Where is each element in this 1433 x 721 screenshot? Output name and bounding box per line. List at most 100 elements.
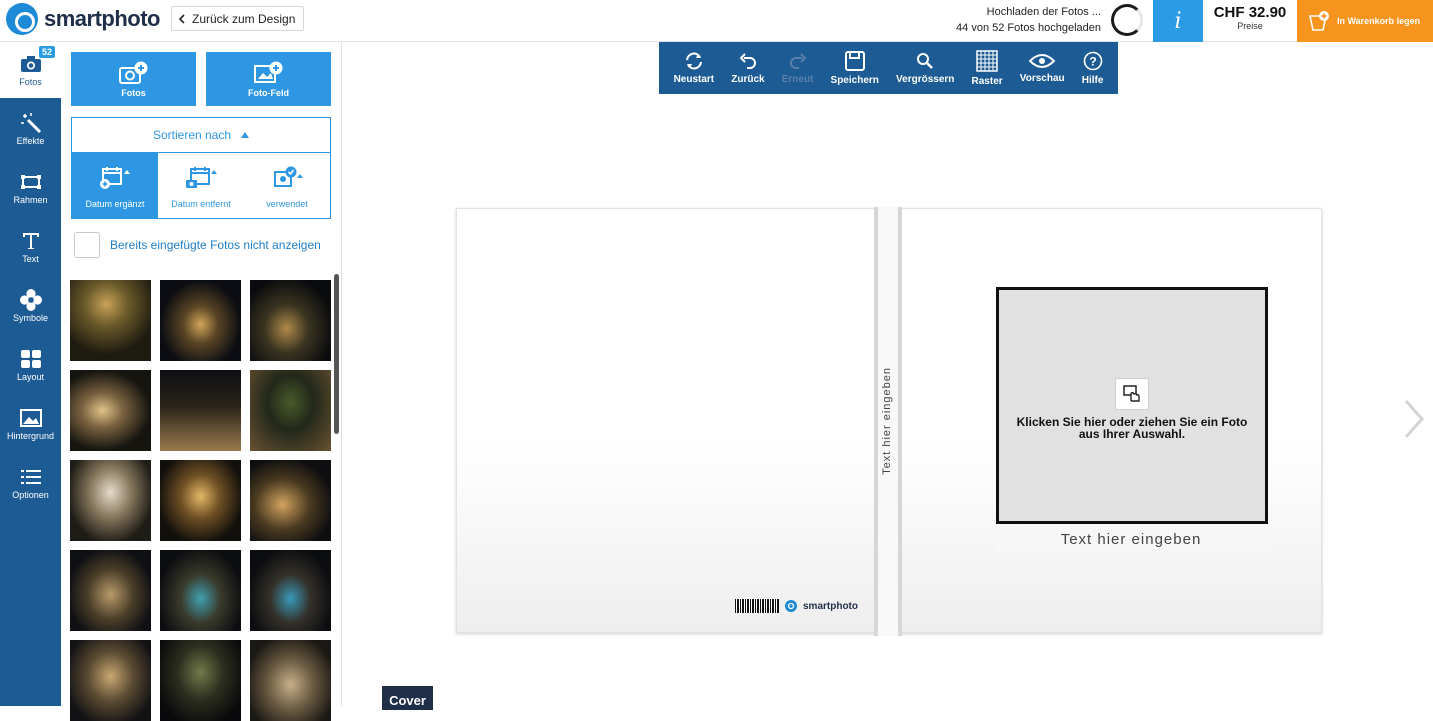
preview-label: Vorschau [1019,72,1065,84]
calendar-add-icon [100,167,130,189]
sort-used-label: verwendet [266,199,308,209]
eye-icon [1029,53,1056,68]
caret-up-icon [241,132,250,138]
grid-button[interactable]: Raster [972,49,1003,87]
sort-toggle[interactable]: Sortieren nach [72,118,330,153]
redo-icon [789,52,806,69]
undo-label: Zurück [731,73,765,85]
zoom-button[interactable]: Vergrössern [896,52,954,85]
calendar-camera-icon [186,167,217,188]
sidebar-item-optionen[interactable]: Optionen [0,455,61,511]
photo-thumbnail[interactable] [250,460,331,541]
add-to-cart-button[interactable]: In Warenkorb legen [1297,0,1433,42]
photo-count-badge: 52 [38,46,55,58]
undo-button[interactable]: Zurück [731,52,765,85]
sidebar-item-symbole[interactable]: Symbole [0,278,61,334]
photo-thumbnail[interactable] [160,370,241,451]
tool-sidebar: 52 Fotos Effekte Rahmen Text Symbole Lay… [0,42,61,706]
photo-thumbnail[interactable] [250,640,331,721]
sort-date-removed[interactable]: Datum entfernt [158,153,244,218]
back-brand-text: smartphoto [803,600,858,612]
sidebar-item-text[interactable]: Text [0,219,61,275]
sidebar-label-symbole: Symbole [12,312,48,323]
next-page-arrow-icon[interactable] [1402,397,1426,441]
text-icon [20,231,42,251]
zoom-icon [917,52,934,69]
help-label: Hilfe [1081,74,1104,86]
hide-used-photos-checkbox[interactable] [74,232,100,258]
sidebar-item-fotos[interactable]: 52 Fotos [0,42,61,98]
page-tab-cover[interactable]: Cover [382,686,433,710]
add-photos-button[interactable]: Fotos [71,52,196,106]
grid-icon [976,49,998,72]
cover-caption-field[interactable]: Text hier eingeben [996,527,1266,553]
photo-drop-slot[interactable]: Klicken Sie hier oder ziehen Sie ein Fot… [996,287,1268,524]
redo-button[interactable]: Erneut [782,52,813,85]
top-bar: smartphoto Zurück zum Design Hochladen d… [0,0,1433,42]
book-spine[interactable]: Text hier eingeben [874,207,902,636]
logo[interactable]: smartphoto [6,3,161,35]
photo-panel: Fotos Foto-Feld Sortieren nach Datum erg… [61,42,342,721]
photobook-cover[interactable]: smartphoto Text hier eingeben Klicken Si… [456,207,1322,636]
photo-thumbnail[interactable] [70,640,151,721]
magic-wand-icon [20,112,42,133]
sidebar-item-hintergrund[interactable]: Hintergrund [0,396,61,452]
photo-thumbnail[interactable] [250,280,331,361]
photo-check-icon [274,166,303,187]
photo-thumbnail[interactable] [70,370,151,451]
upload-status: Hochladen der Fotos ... 44 von 52 Fotos … [956,4,1101,36]
photo-thumbnail[interactable] [70,280,151,361]
loading-spinner-icon [1111,4,1143,36]
add-photos-label: Fotos [121,87,146,98]
save-button[interactable]: Speichern [831,50,879,86]
back-label: Zurück zum Design [192,11,296,26]
sort-label: Sortieren nach [152,128,232,142]
logo-icon [6,3,38,35]
photo-field-add-icon [253,61,282,83]
photo-thumbnail[interactable] [250,370,331,451]
sidebar-label-effekte: Effekte [16,135,45,146]
hide-used-photos-row[interactable]: Bereits eingefügte Fotos nicht anzeigen [74,232,321,258]
camera-add-icon [118,61,147,84]
photo-thumbnail[interactable] [70,550,151,631]
add-photo-field-label: Foto-Feld [248,87,289,98]
flower-icon [19,288,42,311]
restart-label: Neustart [673,73,715,85]
sidebar-item-effekte[interactable]: Effekte [0,101,61,157]
panel-scrollbar[interactable] [334,274,339,434]
zoom-label: Vergrössern [896,73,955,85]
info-button[interactable]: i [1153,0,1203,42]
sidebar-item-layout[interactable]: Layout [0,337,61,393]
photo-thumbnail[interactable] [160,550,241,631]
sidebar-label-hintergrund: Hintergrund [6,430,55,441]
save-icon [844,50,865,71]
sidebar-item-rahmen[interactable]: Rahmen [0,160,61,216]
restart-button[interactable]: Neustart [673,52,715,85]
photo-thumbnail[interactable] [160,460,241,541]
upload-progress: 44 von 52 Fotos hochgeladen [956,22,1101,34]
barcode-icon [735,599,779,613]
spine-text[interactable]: Text hier eingeben [881,367,893,475]
sort-date-added[interactable]: Datum ergänzt [72,153,158,218]
help-icon: ? [1083,51,1102,70]
help-button[interactable]: ? Hilfe [1081,51,1104,86]
frame-icon [20,172,42,192]
photo-thumbnail[interactable] [250,550,331,631]
sort-date-removed-label: Datum entfernt [171,199,231,209]
sort-panel: Sortieren nach Datum ergänzt Datum entfe… [71,117,331,219]
undo-icon [739,52,756,69]
photo-thumbnail[interactable] [70,460,151,541]
list-icon [20,467,42,487]
photo-thumbnail[interactable] [160,640,241,721]
back-to-design-button[interactable]: Zurück zum Design [171,6,305,31]
cart-add-icon [1309,11,1329,31]
sort-used[interactable]: verwendet [244,153,330,218]
add-photo-field-button[interactable]: Foto-Feld [206,52,331,106]
editor-canvas: Neustart Zurück Erneut Speichern Vergrös… [342,42,1433,710]
preview-button[interactable]: Vorschau [1020,53,1065,84]
sort-date-added-label: Datum ergänzt [85,199,145,209]
refresh-icon [685,52,702,69]
price-box[interactable]: CHF 32.90 Preise [1203,0,1297,42]
photo-thumbnail[interactable] [160,280,241,361]
price-value: CHF 32.90 [1213,4,1287,21]
